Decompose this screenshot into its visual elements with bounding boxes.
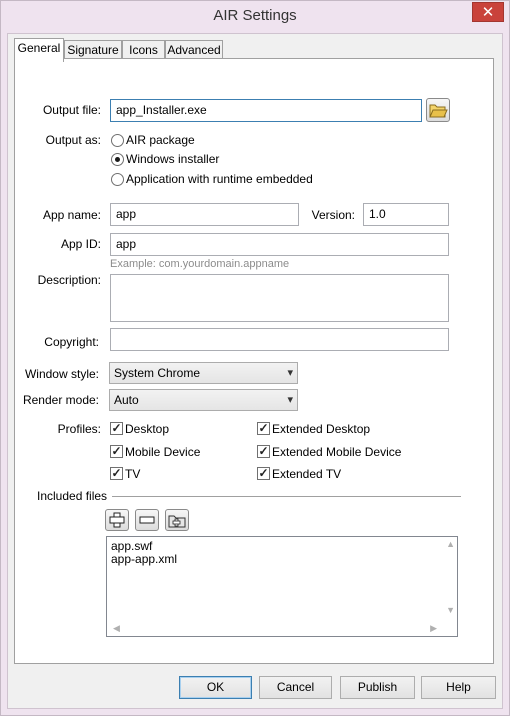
list-item[interactable]: app-app.xml <box>111 552 177 566</box>
window-style-label: Window style: <box>24 367 99 381</box>
scroll-right-icon[interactable]: ▶ <box>430 623 437 634</box>
render-mode-value: Auto <box>114 393 139 407</box>
checkbox-extended-mobile-device[interactable]: ✓ <box>257 445 270 458</box>
app-id-label: App ID: <box>60 237 101 251</box>
add-icon <box>109 512 125 528</box>
render-mode-select[interactable]: Auto ▾ <box>109 389 298 411</box>
ok-button[interactable]: OK <box>179 676 252 699</box>
window-style-value: System Chrome <box>114 366 201 380</box>
checkbox-mobile-device[interactable]: ✓ <box>110 445 123 458</box>
version-input[interactable]: 1.0 <box>363 203 449 226</box>
checkbox-extended-mobile-device-label[interactable]: Extended Mobile Device <box>272 445 401 459</box>
description-label: Description: <box>37 273 101 287</box>
checkbox-desktop-label[interactable]: Desktop <box>125 422 169 436</box>
included-files-list[interactable]: app.swf app-app.xml ▲ ▼ ◀ ▶ <box>106 536 458 637</box>
render-mode-label: Render mode: <box>22 393 99 407</box>
scroll-left-icon[interactable]: ◀ <box>113 623 120 634</box>
checkbox-desktop[interactable]: ✓ <box>110 422 123 435</box>
remove-icon <box>139 516 155 524</box>
publish-button[interactable]: Publish <box>340 676 415 699</box>
checkbox-extended-desktop[interactable]: ✓ <box>257 422 270 435</box>
profiles-label: Profiles: <box>57 422 101 436</box>
tab-general[interactable]: General <box>14 38 64 62</box>
output-as-label: Output as: <box>45 133 101 147</box>
included-files-label: Included files <box>37 489 108 503</box>
checkbox-tv[interactable]: ✓ <box>110 467 123 480</box>
included-files-divider <box>112 496 461 497</box>
description-textarea[interactable] <box>110 274 449 322</box>
copyright-input[interactable] <box>110 328 449 351</box>
folder-open-icon <box>429 104 448 118</box>
scroll-up-icon[interactable]: ▲ <box>446 539 455 549</box>
tab-advanced[interactable]: Advanced <box>165 40 223 60</box>
app-name-label: App name: <box>42 208 101 222</box>
checkbox-extended-desktop-label[interactable]: Extended Desktop <box>272 422 370 436</box>
cancel-button[interactable]: Cancel <box>259 676 332 699</box>
radio-air-package-label[interactable]: AIR package <box>126 133 195 147</box>
help-button[interactable]: Help <box>421 676 496 699</box>
add-folder-button[interactable] <box>165 509 189 531</box>
window-style-select[interactable]: System Chrome ▾ <box>109 362 298 384</box>
window-title: AIR Settings <box>213 7 297 24</box>
list-item[interactable]: app.swf <box>111 539 152 553</box>
tab-icons[interactable]: Icons <box>122 40 165 60</box>
close-button[interactable]: ✕ <box>472 2 504 22</box>
remove-file-button[interactable] <box>135 509 159 531</box>
radio-runtime-embedded[interactable] <box>111 173 124 186</box>
radio-air-package[interactable] <box>111 134 124 147</box>
chevron-down-icon: ▾ <box>287 367 293 379</box>
scroll-down-icon[interactable]: ▼ <box>446 605 455 615</box>
app-id-input[interactable]: app <box>110 233 449 256</box>
radio-windows-installer[interactable] <box>111 153 124 166</box>
title-bar[interactable]: AIR Settings ✕ <box>1 1 509 34</box>
app-id-hint: Example: com.yourdomain.appname <box>110 258 290 270</box>
checkbox-extended-tv-label[interactable]: Extended TV <box>272 467 341 481</box>
output-file-label: Output file: <box>42 103 101 117</box>
chevron-down-icon: ▾ <box>287 394 293 406</box>
add-file-button[interactable] <box>105 509 129 531</box>
app-name-input[interactable]: app <box>110 203 299 226</box>
browse-button[interactable] <box>426 98 450 122</box>
add-folder-icon <box>168 515 186 528</box>
checkbox-tv-label[interactable]: TV <box>125 467 140 481</box>
checkbox-mobile-device-label[interactable]: Mobile Device <box>125 445 200 459</box>
radio-windows-installer-label[interactable]: Windows installer <box>126 152 219 166</box>
output-file-input[interactable]: app_Installer.exe <box>110 99 422 122</box>
checkbox-extended-tv[interactable]: ✓ <box>257 467 270 480</box>
version-label: Version: <box>311 208 355 222</box>
tab-signature[interactable]: Signature <box>64 40 122 60</box>
radio-runtime-embedded-label[interactable]: Application with runtime embedded <box>126 172 313 186</box>
copyright-label: Copyright: <box>44 335 99 349</box>
